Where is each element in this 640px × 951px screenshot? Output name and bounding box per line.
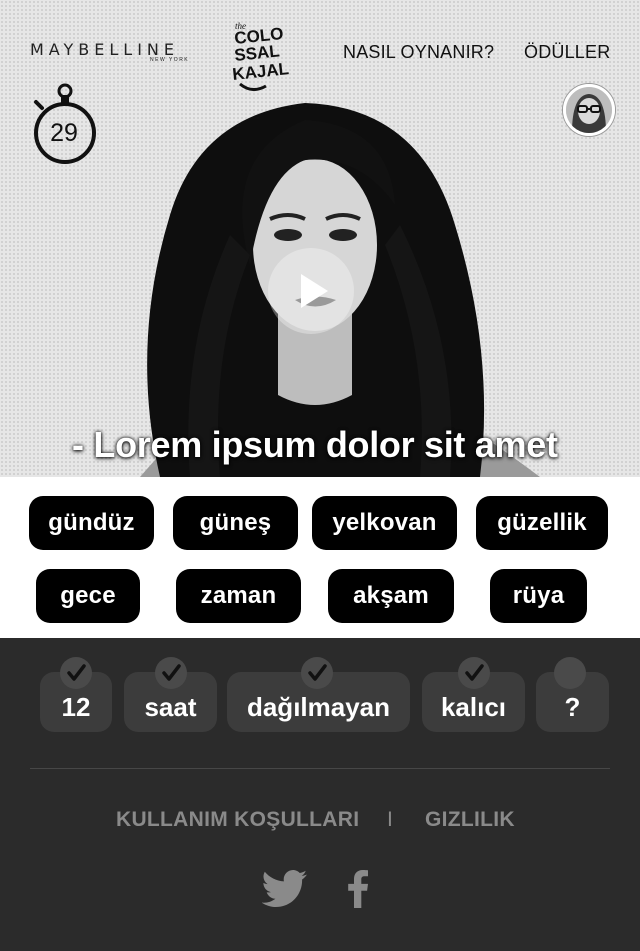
privacy-link[interactable]: GIZLILIK xyxy=(425,808,515,832)
word-option-button[interactable]: gündüz xyxy=(29,496,154,550)
twitter-icon[interactable] xyxy=(262,870,308,908)
empty-check-circle xyxy=(554,657,586,689)
game-logo: the COLO SSAL KAJAL xyxy=(232,21,290,91)
timer-seconds: 29 xyxy=(50,119,78,147)
divider xyxy=(30,768,610,769)
brand-logo-subtitle: NEW YORK xyxy=(150,57,190,63)
word-option-button[interactable]: güzellik xyxy=(476,496,608,550)
check-icon xyxy=(155,657,187,689)
nav-how-to-play[interactable]: NASIL OYNANIR? xyxy=(343,42,494,63)
facebook-icon[interactable] xyxy=(347,870,369,908)
check-icon xyxy=(60,657,92,689)
word-option-button[interactable]: gece xyxy=(36,569,140,623)
play-icon xyxy=(301,274,328,308)
user-avatar[interactable] xyxy=(563,84,615,136)
answer-panel: 12 saat dağılmayan kalıcı ? KULLANIM KOŞ… xyxy=(0,638,640,951)
check-icon xyxy=(301,657,333,689)
nav-rewards[interactable]: ÖDÜLLER xyxy=(524,42,610,63)
avatar-image xyxy=(566,87,612,133)
play-button[interactable] xyxy=(268,248,354,334)
word-option-button[interactable]: güneş xyxy=(173,496,298,550)
terms-link[interactable]: KULLANIM KOŞULLARI xyxy=(116,808,359,832)
hero-video-area: MAYBELLINE NEW YORK the COLO SSAL KAJAL … xyxy=(0,0,640,477)
word-option-button[interactable]: zaman xyxy=(176,569,301,623)
word-option-button[interactable]: yelkovan xyxy=(312,496,457,550)
check-icon xyxy=(458,657,490,689)
footer-separator: I xyxy=(387,808,393,831)
video-caption: - Lorem ipsum dolor sit amet xyxy=(72,424,558,465)
word-options-panel: gündüz güneş yelkovan güzellik gece zama… xyxy=(0,477,640,638)
word-option-button[interactable]: rüya xyxy=(490,569,587,623)
word-option-button[interactable]: akşam xyxy=(328,569,454,623)
